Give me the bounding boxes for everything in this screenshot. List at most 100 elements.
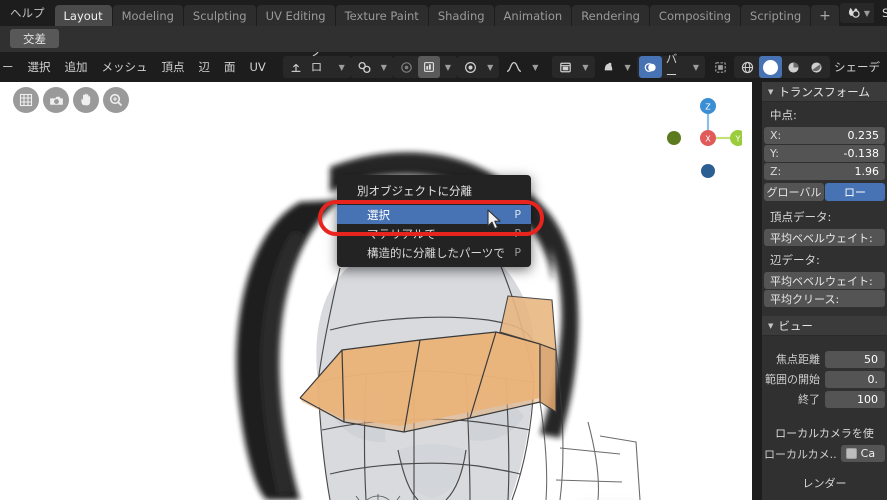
tab-rendering[interactable]: Rendering: [572, 5, 649, 26]
row-clip-start[interactable]: 範囲の開始 0.: [764, 370, 885, 388]
tab-shading[interactable]: Shading: [428, 5, 494, 26]
tab-modeling[interactable]: Modeling: [112, 5, 183, 26]
row-focal-length[interactable]: 焦点距離 50: [764, 350, 885, 368]
visibility-group[interactable]: ▼: [595, 56, 637, 78]
context-menu-title: 別オブジェクトに分離: [357, 184, 472, 198]
space-toggle-group[interactable]: グローバル ロー: [764, 183, 885, 201]
local-camera-field[interactable]: Ca: [840, 445, 885, 462]
field-edge-bevel-weight[interactable]: 平均ベベルウェイト:: [764, 272, 885, 289]
panel-header-view[interactable]: ▼ ビュー: [762, 316, 887, 336]
overlay-group[interactable]: オーバーレイ ▼: [636, 52, 705, 82]
falloff-group[interactable]: ▼: [457, 56, 500, 78]
proportional-falloff-icon[interactable]: [417, 56, 440, 78]
menu-item-by-loose-parts[interactable]: 構造的に分離したパーツで P: [337, 243, 531, 262]
editor-mode-selector[interactable]: ー: [0, 56, 21, 78]
gizmo-group[interactable]: ▼: [552, 56, 595, 78]
row-label: 焦点距離: [776, 353, 820, 366]
falloff-curve-group[interactable]: ▼: [499, 56, 544, 78]
shading-solid-icon[interactable]: [759, 56, 782, 78]
menu-face[interactable]: 面: [217, 56, 243, 78]
field-vertex-bevel-weight[interactable]: 平均ベベルウェイト:: [764, 229, 885, 246]
field-edge-crease[interactable]: 平均クリース:: [764, 290, 885, 307]
row-value[interactable]: 0.: [825, 370, 885, 388]
scene-selector[interactable]: ▼ Scene: [839, 3, 887, 23]
gizmo-icon[interactable]: [554, 56, 577, 78]
shading-mode-group[interactable]: [734, 56, 830, 78]
button-global[interactable]: グローバル: [764, 183, 824, 201]
overlay-toggle-icon[interactable]: [638, 56, 662, 78]
transform-orientation-group[interactable]: グロー.. ▼: [282, 52, 351, 82]
top-bar-right: ▼ Scene: [839, 0, 887, 26]
viewport-scene: [0, 82, 752, 500]
xray-icon[interactable]: [709, 56, 732, 78]
3d-viewport[interactable]: X Z Y 別オブジェクトに分離 選択 P マテリアルで P 構造的に分離したパ…: [0, 82, 752, 500]
row-value[interactable]: 100: [825, 390, 885, 408]
chevron-down-icon[interactable]: ▼: [376, 56, 391, 78]
mouse-cursor: [487, 209, 501, 230]
tab-layout[interactable]: Layout: [54, 5, 112, 26]
add-workspace-button[interactable]: +: [811, 5, 839, 26]
shading-wireframe-icon[interactable]: [736, 56, 759, 78]
zoom-icon[interactable]: [103, 87, 129, 113]
menu-item-label: 選択: [367, 207, 390, 222]
hand-icon[interactable]: [73, 87, 99, 113]
chevron-down-icon[interactable]: ▼: [482, 56, 497, 78]
viewport-header: ー 選択 追加 メッシュ 頂点 辺 面 UV グロー.. ▼: [0, 52, 887, 82]
field-median-z[interactable]: Z: 1.96: [764, 163, 885, 180]
local-camera-value: Ca: [860, 447, 876, 460]
chevron-down-icon[interactable]: ▼: [527, 56, 542, 78]
row-value[interactable]: 50: [825, 350, 885, 368]
chevron-down-icon[interactable]: ▼: [688, 56, 703, 78]
menu-edge[interactable]: 辺: [192, 56, 218, 78]
menu-uv[interactable]: UV: [243, 56, 273, 78]
shading-label[interactable]: シェーデ: [830, 56, 887, 78]
xray-group[interactable]: [707, 56, 734, 78]
scene-name-field[interactable]: Scene: [874, 3, 887, 23]
field-value: -0.138: [843, 147, 879, 160]
menu-help[interactable]: ヘルプ: [0, 0, 55, 26]
shading-rendered-icon[interactable]: [805, 56, 828, 78]
camera-icon[interactable]: [43, 87, 69, 113]
field-label: Z:: [770, 165, 782, 178]
tab-compositing[interactable]: Compositing: [649, 5, 741, 26]
proportional-edit-icon[interactable]: [395, 56, 418, 78]
visibility-icon[interactable]: [597, 56, 620, 78]
tab-texture-paint[interactable]: Texture Paint: [335, 5, 428, 26]
tab-scripting[interactable]: Scripting: [741, 5, 811, 26]
row-local-camera[interactable]: ローカルカメ.. Ca: [764, 445, 885, 462]
field-value: 1.96: [854, 165, 880, 178]
row-clip-end[interactable]: 終了 100: [764, 390, 885, 408]
field-value: 0.235: [847, 129, 880, 142]
workspace-tabs: Layout Modeling Sculpting UV Editing Tex…: [54, 0, 840, 26]
menu-vertex[interactable]: 頂点: [155, 56, 192, 78]
chevron-down-icon[interactable]: ▼: [620, 56, 635, 78]
menu-add[interactable]: 追加: [58, 56, 95, 78]
proportional-edit-group[interactable]: ▼: [392, 56, 458, 78]
field-median-x[interactable]: X: 0.235: [764, 127, 885, 144]
chevron-down-icon: ▼: [768, 87, 774, 96]
transform-orientation-value[interactable]: グロー..: [307, 52, 334, 82]
scene-data-icon[interactable]: ▼: [840, 3, 874, 23]
grid-icon[interactable]: [13, 87, 39, 113]
chevron-down-icon[interactable]: ▼: [440, 56, 455, 78]
shading-material-icon[interactable]: [782, 56, 805, 78]
chevron-down-icon[interactable]: ▼: [577, 56, 592, 78]
menu-select[interactable]: 選択: [21, 56, 58, 78]
tab-animation[interactable]: Animation: [494, 5, 572, 26]
panel-header-transform[interactable]: ▼ トランスフォーム: [762, 82, 887, 102]
button-local[interactable]: ロー: [825, 183, 885, 201]
chevron-down-icon[interactable]: ▼: [334, 56, 349, 78]
snap-group[interactable]: ▼: [350, 56, 393, 78]
tab-uv-editing[interactable]: UV Editing: [256, 5, 335, 26]
field-median-y[interactable]: Y: -0.138: [764, 145, 885, 162]
properties-sidebar[interactable]: ▼ トランスフォーム 中点: X: 0.235 Y: -0.138 Z: 1.9…: [762, 82, 887, 500]
tool-tab-intersect[interactable]: 交差: [10, 29, 59, 48]
axis-navigation-gizmo[interactable]: X Z Y: [666, 90, 742, 182]
field-label: Y:: [770, 147, 779, 160]
snap-magnet-icon[interactable]: [353, 56, 376, 78]
tab-sculpting[interactable]: Sculpting: [183, 5, 256, 26]
falloff-curve-icon[interactable]: [501, 56, 527, 78]
overlay-label[interactable]: オーバーレイ: [662, 52, 688, 82]
falloff-dot-icon[interactable]: [459, 56, 482, 78]
menu-mesh[interactable]: メッシュ: [95, 56, 155, 78]
